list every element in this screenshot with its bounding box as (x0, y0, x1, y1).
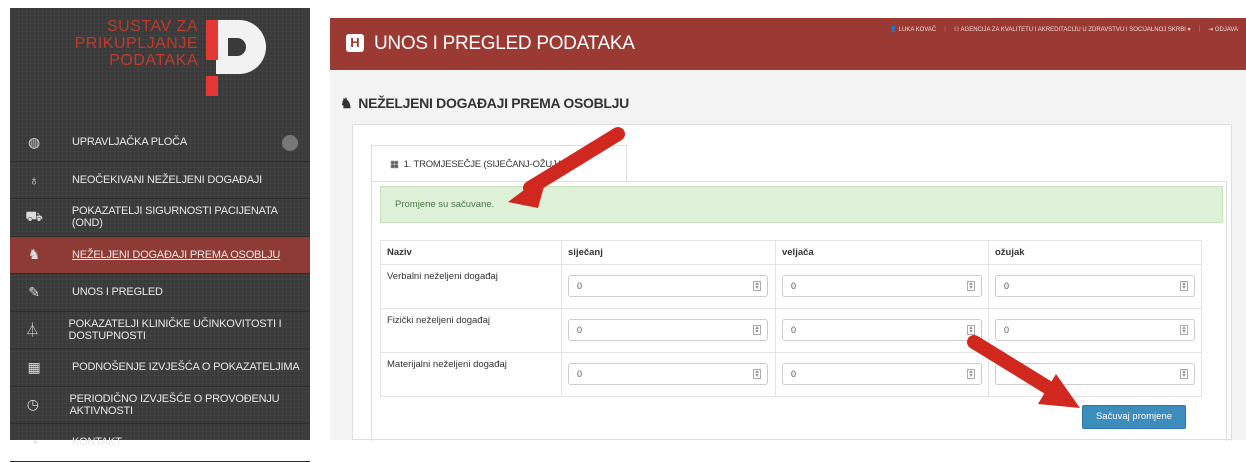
agency-name: AGENCIJA ZA KVALITETU I AKREDITACIJU U Z… (960, 27, 1186, 33)
sidebar: SUSTAV ZA PRIKUPLJANJE PODATAKA ◍ UPRAVL… (10, 8, 310, 462)
sidebar-item-periodicno-izvjesce[interactable]: ◷ PERIODIČNO IZVJEŠĆE O PROVOĐENJU AKTIV… (10, 387, 310, 424)
number-input[interactable]: 0 ▴ ▾ (568, 275, 769, 297)
sidebar-item-label: POKAZATELJI SIGURNOSTI PACIJENATA (OND) (71, 205, 278, 230)
row-label: Fizički neželjeni događaj (379, 308, 563, 353)
data-table: Naziv siječanj veljača ožujak Verbalni n… (379, 240, 1202, 397)
number-input[interactable]: 0 ▴ ▾ (568, 319, 769, 341)
logo-line-1: SUSTAV ZA (106, 18, 198, 35)
sidebar-item-label: POKAZATELJI KLINIČKE UČINKOVITOSTI I DOS… (68, 317, 282, 342)
sidebar-item-label: NEOČEKIVANI NEŽELJENI DOGAĐAJI (72, 173, 263, 186)
table-row: Materijalni neželjeni događaj 0 ▴ ▾ 0 ▴ ▾ ▴ ▾ (379, 352, 1202, 397)
number-input[interactable]: 0 ▴ ▾ (781, 275, 982, 297)
sidebar-item-kontakt[interactable]: ◔ KONTAKT (10, 424, 310, 462)
flask-icon: ⏃ (25, 321, 40, 338)
stethoscope-icon: ♁ (28, 171, 40, 188)
logo-p-mark (206, 20, 270, 100)
edit-icon: ✎ (28, 283, 40, 300)
user-name-link[interactable]: 👤 LUKA KOVAČ (890, 26, 937, 33)
sidebar-item-neocekivani[interactable]: ♁ NEOČEKIVANI NEŽELJENI DOGAĐAJI (10, 162, 310, 199)
number-input[interactable]: 0 ▴ ▾ (781, 363, 982, 385)
column-header: Naziv (379, 240, 563, 265)
page-title-text: NEŽELJENI DOGAĐAJI PREMA OSOBLJU (358, 95, 629, 111)
number-input[interactable]: 0 ▴ ▾ (995, 275, 1195, 297)
sidebar-item-klinicke-ucinkovitosti[interactable]: ⏃ POKAZATELJI KLINIČKE UČINKOVITOSTI I D… (10, 312, 310, 349)
app-logo[interactable]: SUSTAV ZA PRIKUPLJANJE PODATAKA (10, 8, 310, 116)
chat-icon: ◔ (29, 434, 39, 451)
tab-quarter-1[interactable]: ▦ 1. TROMJESEČJE (SIJEČANJ-OŽUJAK) (371, 145, 627, 181)
input-value: 0 (1004, 281, 1010, 291)
sidebar-nav: ◍ UPRAVLJAČKA PLOČA ♁ NEOČEKIVANI NEŽELJ… (10, 124, 310, 462)
column-header: siječanj (561, 240, 776, 265)
number-input[interactable]: 0 ▴ ▾ (995, 319, 1195, 341)
sidebar-item-upravljacka-ploca[interactable]: ◍ UPRAVLJAČKA PLOČA (10, 124, 310, 162)
logo-line-3: PODATAKA (109, 52, 198, 69)
input-value: 0 (790, 281, 796, 291)
sidebar-item-unos-pregled[interactable]: ✎ UNOS I PREGLED (10, 274, 310, 312)
logo-text: SUSTAV ZA PRIKUPLJANJE PODATAKA (75, 18, 198, 69)
input-value: 0 (1004, 325, 1010, 335)
row-label: Verbalni neželjeni događaj (379, 264, 563, 309)
row-label: Materijalni neželjeni događaj (379, 352, 563, 397)
hospital-icon: H (346, 34, 364, 52)
top-header: H UNOS I PREGLED PODATAKA 👤 LUKA KOVAČ |… (330, 18, 1246, 70)
agency-dropdown[interactable]: ⚇ AGENCIJA ZA KVALITETU I AKREDITACIJU U… (954, 26, 1191, 33)
collapse-toggle-icon[interactable] (282, 135, 298, 151)
sidebar-item-label: PERIODIČNO IZVJEŠĆE O PROVOĐENJU AKTIVNO… (69, 392, 280, 417)
input-value: 0 (577, 325, 583, 335)
column-header: veljača (774, 240, 990, 265)
spinner-icon[interactable]: ▴ ▾ (753, 325, 762, 335)
input-value: 0 (790, 325, 796, 335)
sidebar-item-nezeljeni-osoblje[interactable]: ♞ NEŽELJENI DOGAĐAJI PREMA OSOBLJU (10, 236, 310, 274)
spinner-icon[interactable]: ▴ ▾ (1180, 325, 1188, 335)
dashboard-icon: ◍ (27, 133, 41, 150)
user-name: LUKA KOVAČ (898, 27, 937, 33)
sidebar-item-label: UNOS I PREGLED (72, 286, 163, 299)
header-user-menu: 👤 LUKA KOVAČ | ⚇ AGENCIJA ZA KVALITETU I… (889, 26, 1238, 33)
staff-icon: ♞ (340, 95, 353, 111)
table-row: Verbalni neželjeni događaj 0 ▴ ▾ 0 ▴ ▾ 0 ▴ ▾ (379, 264, 1202, 309)
spinner-icon[interactable]: ▴ ▾ (966, 325, 975, 335)
table-row: Fizički neželjeni događaj 0 ▴ ▾ 0 ▴ ▾ 0 ▴ ▾ (379, 308, 1202, 353)
number-input[interactable]: 0 ▴ ▾ (568, 363, 769, 385)
input-value: 0 (790, 369, 796, 379)
calendar-icon: ▦ (390, 159, 399, 170)
success-alert: Promjene su sačuvane. (380, 186, 1223, 223)
sidebar-item-label: KONTAKT (72, 436, 122, 449)
spinner-icon[interactable]: ▴ ▾ (966, 281, 975, 291)
logout-label: ODJAVA (1214, 27, 1238, 33)
ambulance-icon: ⛟ (25, 207, 43, 224)
spinner-icon[interactable]: ▴ ▾ (1180, 281, 1188, 291)
sidebar-item-label: PODNOŠENJE IZVJEŠĆA O POKAZATELJIMA (72, 361, 300, 374)
staff-icon: ♞ (27, 246, 41, 263)
number-input[interactable]: ▴ ▾ (995, 363, 1195, 385)
page-title: ♞ NEŽELJENI DOGAĐAJI PREMA OSOBLJU (340, 95, 629, 112)
save-changes-button[interactable]: Sačuvaj promjene (1082, 405, 1186, 429)
number-input[interactable]: 0 ▴ ▾ (781, 319, 982, 341)
header-title: UNOS I PREGLED PODATAKA (374, 33, 635, 54)
clock-icon: ◷ (26, 396, 39, 413)
input-value: 0 (577, 369, 583, 379)
column-header: ožujak (988, 240, 1202, 265)
sidebar-item-label: UPRAVLJAČKA PLOČA (72, 136, 187, 149)
spinner-icon[interactable]: ▴ ▾ (753, 281, 762, 291)
spinner-icon[interactable]: ▴ ▾ (1180, 369, 1188, 379)
tab-label: 1. TROMJESEČJE (SIJEČANJ-OŽUJAK) (403, 159, 572, 170)
sidebar-item-label: NEŽELJENI DOGAĐAJI PREMA OSOBLJU (72, 248, 281, 261)
logo-line-2: PRIKUPLJANJE (74, 35, 198, 52)
table-icon: ▦ (27, 358, 41, 375)
spinner-icon[interactable]: ▴ ▾ (966, 369, 975, 379)
sidebar-item-pokazatelji-sigurnosti[interactable]: ⛟ POKAZATELJI SIGURNOSTI PACIJENATA (OND… (10, 199, 310, 237)
spinner-icon[interactable]: ▴ ▾ (753, 369, 762, 379)
logout-link[interactable]: ⇥ ODJAVA (1208, 26, 1238, 33)
input-value: 0 (577, 281, 583, 291)
sidebar-item-podnosenje-izvjesca[interactable]: ▦ PODNOŠENJE IZVJEŠĆA O POKAZATELJIMA (10, 349, 310, 387)
table-header-row: Naziv siječanj veljača ožujak (379, 240, 1202, 265)
